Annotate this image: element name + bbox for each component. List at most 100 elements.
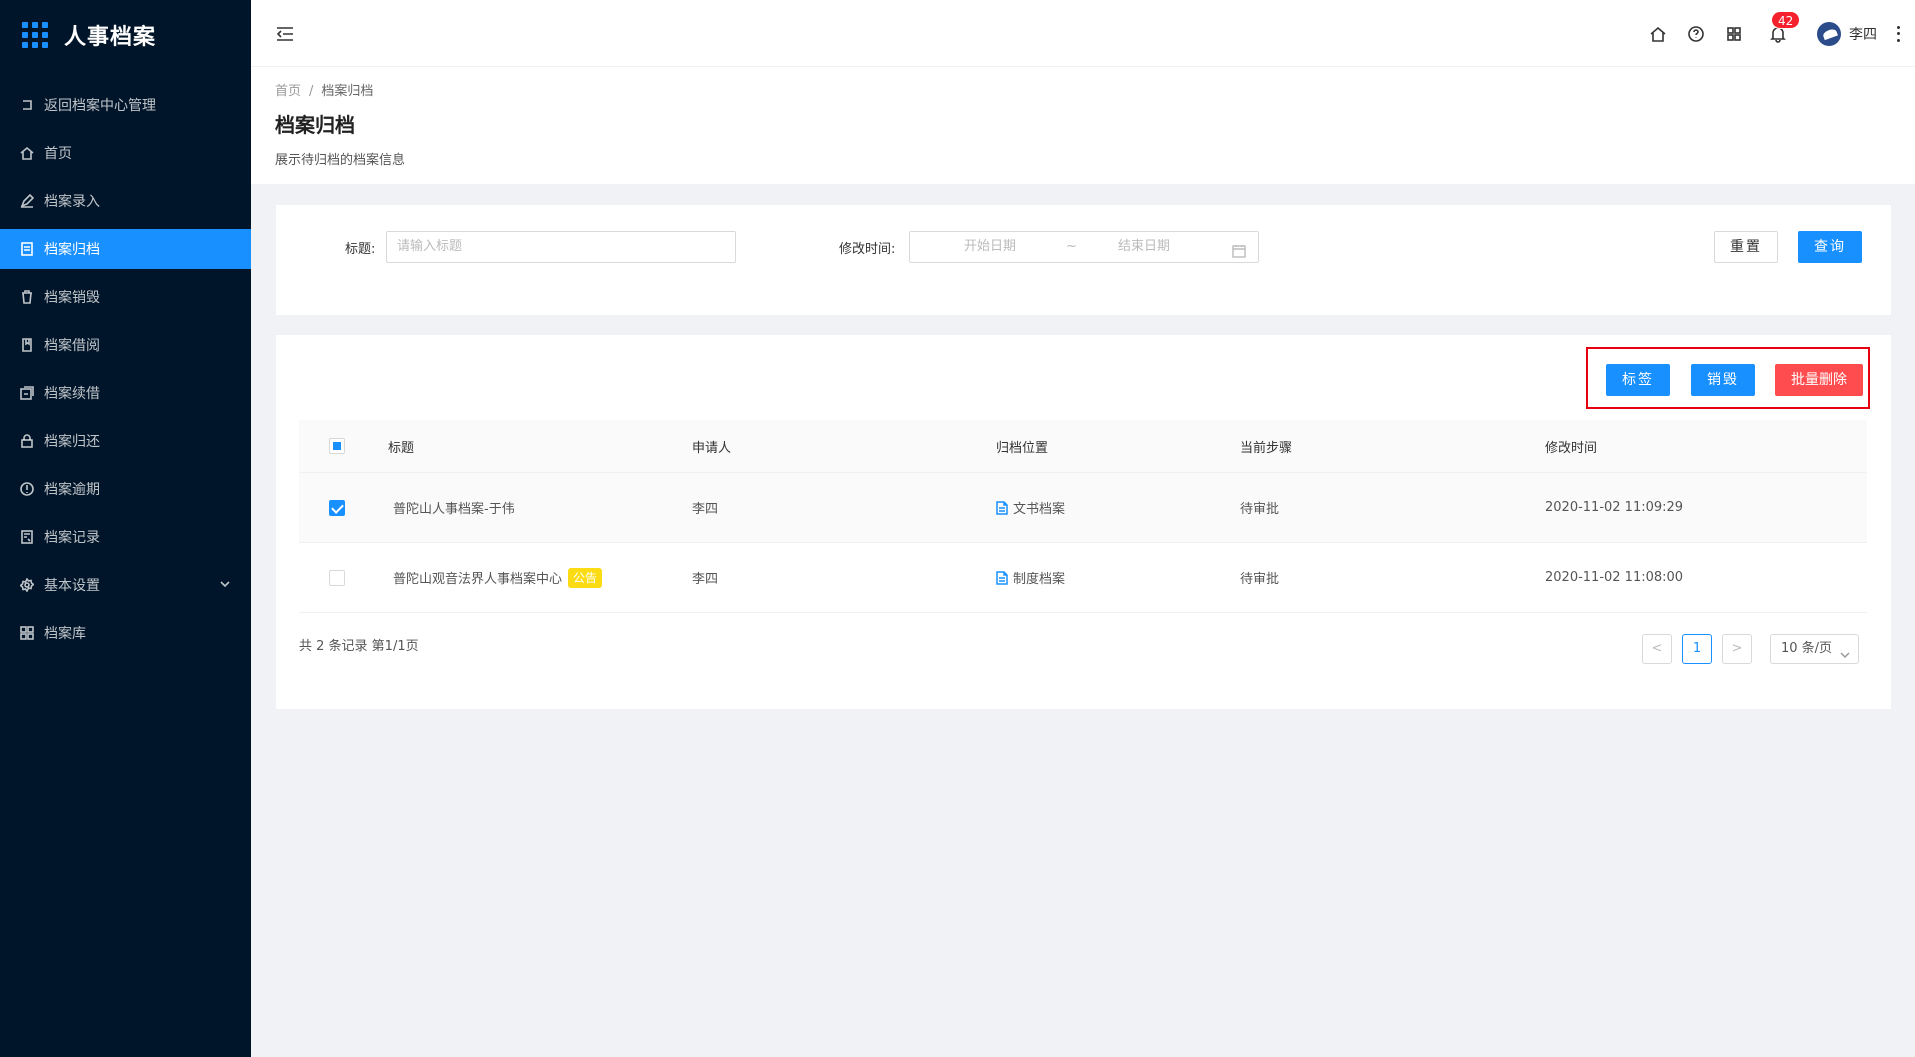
trash-icon bbox=[20, 290, 34, 304]
row-step: 待审批 bbox=[1240, 502, 1280, 517]
date-range-picker[interactable]: 开始日期 ~ 结束日期 bbox=[909, 231, 1259, 263]
logo[interactable]: 人事档案 bbox=[0, 0, 251, 70]
username[interactable]: 李四 bbox=[1849, 24, 1877, 44]
start-date-input[interactable]: 开始日期 bbox=[964, 232, 1016, 262]
end-date-input[interactable]: 结束日期 bbox=[1118, 232, 1170, 262]
row-location: 文书档案 bbox=[1013, 502, 1066, 517]
sidebar-item-return-archive[interactable]: 档案归还 bbox=[0, 421, 251, 461]
tag-button[interactable]: 标签 bbox=[1606, 364, 1670, 396]
sidebar-item-entry[interactable]: 档案录入 bbox=[0, 181, 251, 221]
sidebar-item-archive[interactable]: 档案归档 bbox=[0, 229, 251, 269]
sidebar-menu: 返回档案中心管理 首页 档案录入 档案归档 档案销毁 档案借阅 档案续借 档案归… bbox=[0, 85, 251, 653]
table-row[interactable]: 普陀山人事档案-于伟 李四 文书档案 待审批 2020-11-02 11:09:… bbox=[299, 473, 1867, 543]
title-search-input[interactable]: 请输入标题 bbox=[386, 231, 736, 263]
apps-icon[interactable] bbox=[1725, 25, 1743, 43]
sidebar: 人事档案 返回档案中心管理 首页 档案录入 档案归档 档案销毁 档案借阅 档案续… bbox=[0, 0, 251, 1057]
search-panel: 标题: 请输入标题 修改时间: 开始日期 ~ 结束日期 重置 查询 bbox=[276, 205, 1891, 315]
page-title: 档案归档 bbox=[275, 113, 355, 137]
next-page-button[interactable]: > bbox=[1722, 634, 1752, 664]
page-size-value: 10 条/页 bbox=[1781, 641, 1833, 656]
home-icon bbox=[20, 146, 34, 160]
record-icon bbox=[20, 530, 34, 544]
renew-icon bbox=[20, 386, 34, 400]
sidebar-item-borrow[interactable]: 档案借阅 bbox=[0, 325, 251, 365]
breadcrumb-separator: / bbox=[309, 84, 314, 99]
grid-icon bbox=[20, 626, 34, 640]
sidebar-item-label: 基本设置 bbox=[44, 578, 100, 594]
query-button[interactable]: 查询 bbox=[1798, 231, 1862, 263]
archive-icon bbox=[20, 242, 34, 256]
sidebar-item-label: 档案逾期 bbox=[44, 482, 100, 498]
page-description: 展示待归档的档案信息 bbox=[275, 153, 406, 168]
sidebar-item-records[interactable]: 档案记录 bbox=[0, 517, 251, 557]
gear-icon bbox=[20, 578, 34, 592]
file-icon bbox=[996, 570, 1008, 585]
table-row[interactable]: 普陀山观音法界人事档案中心 公告 李四 制度档案 待审批 2020-11-02 … bbox=[299, 543, 1867, 613]
sidebar-item-return[interactable]: 返回档案中心管理 bbox=[0, 85, 251, 125]
column-header-location: 归档位置 bbox=[996, 440, 1049, 456]
column-header-modified: 修改时间 bbox=[1545, 440, 1598, 456]
sidebar-item-label: 档案记录 bbox=[44, 530, 100, 546]
pagination-summary: 共 2 条记录 第1/1页 bbox=[299, 639, 419, 654]
destroy-button[interactable]: 销毁 bbox=[1691, 364, 1755, 396]
avatar[interactable] bbox=[1817, 21, 1841, 46]
sidebar-item-home[interactable]: 首页 bbox=[0, 133, 251, 173]
batch-delete-button[interactable]: 批量删除 bbox=[1775, 364, 1863, 396]
calendar-icon bbox=[1232, 240, 1246, 258]
sidebar-item-label: 档案销毁 bbox=[44, 290, 100, 306]
menu-fold-icon[interactable] bbox=[275, 24, 295, 44]
sidebar-item-label: 档案库 bbox=[44, 626, 86, 642]
sidebar-item-renew[interactable]: 档案续借 bbox=[0, 373, 251, 413]
sidebar-item-label: 档案录入 bbox=[44, 194, 100, 210]
breadcrumb: 首页 / 档案归档 bbox=[275, 80, 373, 99]
sidebar-item-label: 档案续借 bbox=[44, 386, 100, 402]
sidebar-item-overdue[interactable]: 档案逾期 bbox=[0, 469, 251, 509]
time-filter-label: 修改时间: bbox=[839, 242, 896, 257]
help-icon[interactable] bbox=[1687, 25, 1705, 43]
lock-icon bbox=[20, 434, 34, 448]
row-modified: 2020-11-02 11:08:00 bbox=[1545, 570, 1684, 585]
row-applicant: 李四 bbox=[692, 572, 719, 587]
row-checkbox[interactable] bbox=[329, 499, 345, 516]
row-modified: 2020-11-02 11:09:29 bbox=[1545, 500, 1684, 515]
sidebar-item-label: 档案归还 bbox=[44, 434, 100, 450]
row-applicant: 李四 bbox=[692, 502, 719, 517]
page-size-select[interactable]: 10 条/页 bbox=[1770, 634, 1859, 664]
column-header-title: 标题 bbox=[388, 440, 415, 456]
return-icon bbox=[20, 98, 34, 112]
bell-icon[interactable]: 42 bbox=[1769, 10, 1801, 43]
notification-badge: 42 bbox=[1771, 10, 1801, 29]
column-header-applicant: 申请人 bbox=[692, 440, 732, 456]
chevron-down-icon bbox=[219, 578, 231, 594]
book-icon bbox=[20, 338, 34, 352]
edit-icon bbox=[20, 194, 34, 208]
breadcrumb-home[interactable]: 首页 bbox=[275, 84, 301, 99]
file-icon bbox=[996, 500, 1008, 515]
app-title: 人事档案 bbox=[64, 25, 157, 50]
sidebar-item-library[interactable]: 档案库 bbox=[0, 613, 251, 653]
row-step: 待审批 bbox=[1240, 572, 1280, 587]
column-header-step: 当前步骤 bbox=[1240, 440, 1293, 456]
more-vertical-icon[interactable] bbox=[1897, 25, 1901, 42]
row-title[interactable]: 普陀山观音法界人事档案中心 bbox=[393, 568, 562, 587]
title-filter-label: 标题: bbox=[345, 242, 376, 257]
page-number-button[interactable]: 1 bbox=[1682, 634, 1712, 664]
sidebar-item-settings[interactable]: 基本设置 bbox=[0, 565, 251, 605]
prev-page-button[interactable]: < bbox=[1642, 634, 1672, 664]
sidebar-item-destroy[interactable]: 档案销毁 bbox=[0, 277, 251, 317]
reset-button[interactable]: 重置 bbox=[1714, 231, 1778, 263]
sidebar-item-label: 档案借阅 bbox=[44, 338, 100, 354]
row-checkbox[interactable] bbox=[329, 569, 345, 586]
select-all-checkbox[interactable] bbox=[329, 438, 345, 454]
table-header: 标题 申请人 归档位置 当前步骤 修改时间 bbox=[299, 420, 1867, 473]
row-title[interactable]: 普陀山人事档案-于伟 bbox=[393, 473, 515, 542]
sidebar-item-label: 首页 bbox=[44, 146, 72, 162]
home-icon[interactable] bbox=[1649, 25, 1667, 43]
notice-tag: 公告 bbox=[568, 567, 603, 588]
header-actions: 42 李四 bbox=[1629, 0, 1915, 67]
archive-table: 标题 申请人 归档位置 当前步骤 修改时间 普陀山人事档案-于伟 李四 文书档案… bbox=[299, 420, 1867, 613]
breadcrumb-current: 档案归档 bbox=[321, 84, 374, 99]
table-panel: 标签 销毁 批量删除 标题 申请人 归档位置 当前步骤 修改时间 普陀山人事档案… bbox=[276, 335, 1891, 709]
sidebar-item-label: 返回档案中心管理 bbox=[44, 98, 156, 114]
app-grid-icon bbox=[22, 22, 48, 48]
